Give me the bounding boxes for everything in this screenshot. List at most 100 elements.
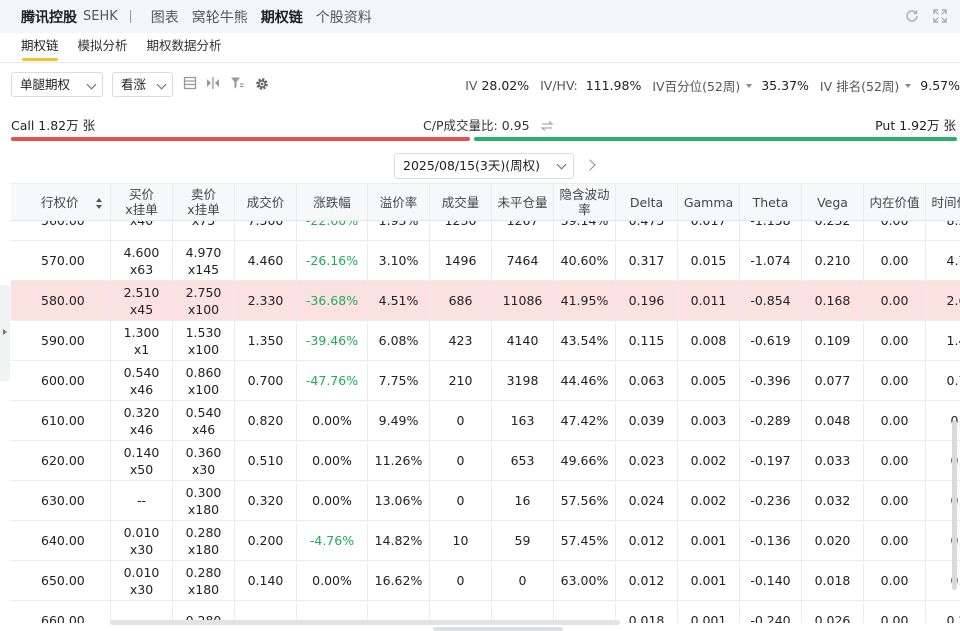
ivhv-label: IV/HV:	[540, 78, 578, 93]
column-header[interactable]: 内在价值	[864, 184, 926, 220]
expiry-select[interactable]: 2025/08/15(3天)(周权)	[394, 153, 574, 179]
column-header[interactable]: 成交价	[235, 184, 297, 220]
ask-cell[interactable]: 2.750 x100	[173, 281, 235, 320]
top-tab[interactable]: 图表	[151, 7, 179, 27]
table-layout-icon[interactable]	[183, 76, 199, 92]
sub-tab[interactable]: 期权链	[21, 33, 59, 63]
collapse-panel-handle[interactable]	[0, 285, 10, 381]
column-header[interactable]: 未平仓量	[492, 184, 554, 220]
table-row[interactable]: 650.00 0.010 x30 0.280 x180 0.140 0.00% 16.62% 0…	[11, 561, 960, 601]
cell-vega: 0.033	[802, 441, 864, 480]
column-header[interactable]: 卖价 x挂单	[173, 184, 235, 220]
iv-rank-label: IV 排名(52周)	[819, 79, 900, 94]
ask-cell[interactable]: 0.280 x180	[173, 561, 235, 600]
column-header[interactable]: Vega	[802, 184, 864, 220]
column-header-label: 卖价	[190, 187, 216, 202]
column-header[interactable]: Theta	[740, 184, 802, 220]
column-header[interactable]: 溢价率	[368, 184, 430, 220]
table-row[interactable]: 570.00 4.600 x63 4.970 x145 4.460 -26.16% 3.10%…	[11, 241, 960, 281]
cell-prem: 16.62%	[368, 561, 430, 600]
split-view-icon[interactable]	[206, 76, 222, 92]
cell-gamma: 0.001	[678, 561, 740, 600]
bid-cell[interactable]: 0.540 x46	[111, 361, 173, 400]
ask-cell[interactable]: 0.360 x30	[173, 441, 235, 480]
bid-cell[interactable]: 2.510 x45	[111, 281, 173, 320]
ask-cell[interactable]: 0.300 x180	[173, 481, 235, 520]
option-chain-rows: 560.00x40x757.500-22.60%1.93%1230126739.…	[11, 201, 960, 623]
cell-intrinsic: 0.00	[864, 361, 926, 400]
table-row[interactable]: 600.00 0.540 x46 0.860 x100 0.700 -47.76% 7.75%…	[11, 361, 960, 401]
bid-cell[interactable]: 1.300 x1	[111, 321, 173, 360]
caret-down-icon	[905, 83, 912, 88]
ask-cell[interactable]: 4.970 x145	[173, 241, 235, 280]
table-row[interactable]: 630.00 -- 0.300 x180 0.320 0.00% 13.06% 0 16 57.5…	[11, 481, 960, 521]
top-tab[interactable]: 个股资料	[316, 7, 372, 27]
bid-cell[interactable]: 0.320 x46	[111, 401, 173, 440]
cp-ratio-value: 0.95	[501, 118, 530, 133]
settings-gear-icon[interactable]	[254, 76, 270, 92]
cell-prem: 6.08%	[368, 321, 430, 360]
column-header-label: 内在价值	[869, 194, 920, 210]
ask-cell[interactable]: 0.280 x180	[173, 521, 235, 560]
iv-percentile-label: IV百分位(52周)	[652, 79, 741, 94]
bid-cell[interactable]: 4.600 x63	[111, 241, 173, 280]
column-header[interactable]: 成交量	[430, 184, 492, 220]
cell-vol: 210	[430, 361, 492, 400]
call-put-volume: Call 1.82万 张 C/P成交量比: 0.95 Put 1.92万 张	[0, 110, 960, 144]
cell-prem: 7.75%	[368, 361, 430, 400]
direction-select[interactable]: 看涨	[112, 72, 173, 97]
horizontal-scrollbar[interactable]	[110, 620, 620, 625]
bid-cell[interactable]: 0.010 x30	[111, 521, 173, 560]
sub-tab[interactable]: 期权数据分析	[147, 33, 222, 63]
expand-icon[interactable]	[932, 8, 948, 24]
ask-size: x100	[187, 381, 220, 397]
sub-tab[interactable]: 模拟分析	[78, 33, 128, 63]
filter-icon[interactable]	[230, 76, 246, 92]
cell-gamma: 0.002	[678, 441, 740, 480]
iv-rank-stat[interactable]: IV 排名(52周) 9.57%	[820, 76, 960, 95]
cell-gamma: 0.002	[678, 481, 740, 520]
horizontal-scroll-thumb[interactable]	[433, 627, 563, 631]
column-header[interactable]: 买价 x挂单	[111, 184, 173, 220]
column-header[interactable]: Gamma	[678, 184, 740, 220]
bid-cell[interactable]: 0.010 x30	[111, 561, 173, 600]
column-header[interactable]: 隐含波动率	[554, 184, 616, 220]
sort-icon[interactable]	[96, 197, 102, 212]
cell-oi: 16	[492, 481, 554, 520]
column-header-sublabel: x挂单	[125, 202, 158, 217]
swap-icon[interactable]	[539, 119, 554, 134]
column-header[interactable]: 时间价值	[926, 184, 960, 220]
table-row[interactable]: 580.00 2.510 x45 2.750 x100 2.330 -36.68% 4.51%…	[11, 281, 960, 321]
cell-gamma: 0.008	[678, 321, 740, 360]
cell-intrinsic: 0.00	[864, 481, 926, 520]
ask-cell[interactable]: 1.530 x100	[173, 321, 235, 360]
bid-price: 0.540	[123, 364, 160, 380]
column-header[interactable]: 涨跌幅	[297, 184, 368, 220]
bid-cell[interactable]: --	[111, 481, 173, 520]
table-row[interactable]: 620.00 0.140 x50 0.360 x30 0.510 0.00% 11.26% 0 6…	[11, 441, 960, 481]
iv-percentile-stat[interactable]: IV百分位(52周) 35.37%	[652, 76, 809, 95]
strategy-select[interactable]: 单腿期权	[11, 72, 103, 97]
cp-ratio: C/P成交量比: 0.95	[423, 115, 554, 134]
vertical-scrollbar[interactable]	[952, 420, 957, 590]
ask-cell[interactable]: 0.860 x100	[173, 361, 235, 400]
top-tab[interactable]: 窝轮牛熊	[192, 7, 248, 27]
cell-last: 0.200	[235, 521, 297, 560]
column-header[interactable]: Delta	[616, 184, 678, 220]
cp-ratio-label: C/P成交量比:	[423, 118, 498, 133]
table-row[interactable]: 640.00 0.010 x30 0.280 x180 0.200 -4.76% 14.82%…	[11, 521, 960, 561]
ask-cell[interactable]: 0.540 x46	[173, 401, 235, 440]
cell-vega: 0.018	[802, 561, 864, 600]
ask-size: x30	[191, 461, 216, 477]
bid-cell[interactable]: 0.140 x50	[111, 441, 173, 480]
refresh-icon[interactable]	[904, 8, 920, 24]
table-row[interactable]: 590.00 1.300 x1 1.530 x100 1.350 -39.46% 6.08% 4…	[11, 321, 960, 361]
bid-size: x30	[129, 581, 154, 597]
table-row[interactable]: 610.00 0.320 x46 0.540 x46 0.820 0.00% 9.49% 0 16…	[11, 401, 960, 441]
bid-size: x30	[129, 541, 154, 557]
ask-price: 0.280	[185, 524, 222, 540]
bid-price: 0.010	[123, 564, 160, 580]
top-tab[interactable]: 期权链	[261, 7, 303, 27]
column-header[interactable]: 行权价	[11, 184, 111, 220]
next-expiry-chevron-icon[interactable]	[584, 159, 596, 171]
